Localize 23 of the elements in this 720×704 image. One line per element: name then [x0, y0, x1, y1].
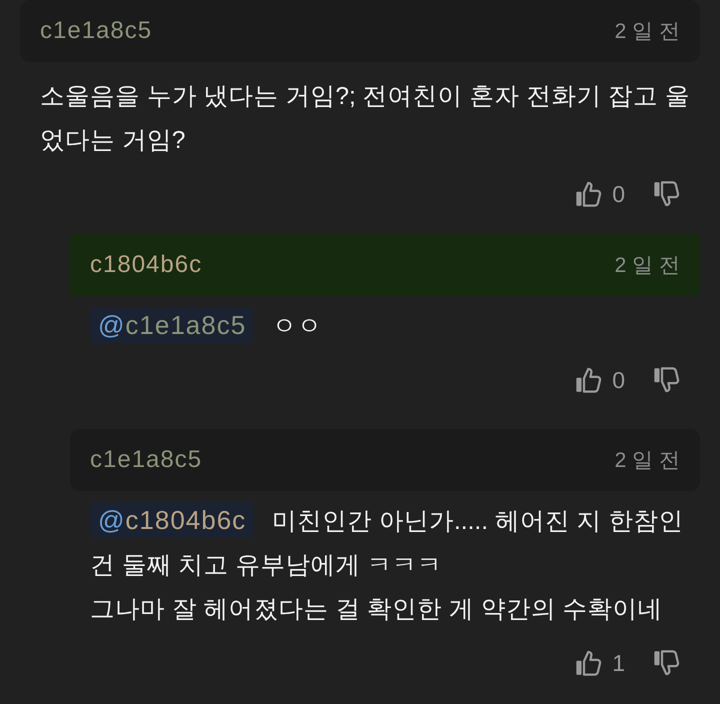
comment-text: @c1804b6c 미친인간 아닌가..... 헤어진 지 한참인 건 둘째 치고 유부남에게 ㅋㅋㅋ 그나마 잘 헤어졌다는 걸 확인한 게 약간의 수확이네: [70, 498, 700, 632]
dislike-button[interactable]: [653, 649, 680, 677]
thumb-up-icon: [575, 366, 602, 394]
mention-link[interactable]: @c1e1a8c5: [90, 307, 254, 343]
timestamp: 2 일 전: [614, 19, 680, 45]
dislike-button[interactable]: [653, 180, 680, 208]
thumb-up-icon: [575, 180, 602, 208]
username[interactable]: c1804b6c: [90, 251, 202, 279]
comment-text: @c1e1a8c5 ㅇㅇ: [70, 303, 700, 349]
timestamp: 2 일 전: [614, 253, 680, 279]
username[interactable]: c1e1a8c5: [90, 446, 202, 474]
username[interactable]: c1e1a8c5: [40, 17, 152, 45]
comment-text: 소울음을 누가 냈다는 거임?; 전여친이 혼자 전화기 잡고 울었다는 거임?: [39, 82, 691, 156]
like-button[interactable]: 0: [575, 366, 625, 394]
like-button[interactable]: 1: [575, 649, 625, 677]
thumb-down-icon: [653, 366, 680, 394]
like-button[interactable]: 0: [575, 180, 625, 208]
mention-link[interactable]: @c1804b6c: [90, 502, 254, 538]
timestamp: 2 일 전: [614, 448, 680, 474]
thumb-up-icon: [575, 649, 602, 677]
thumb-down-icon: [653, 649, 680, 677]
dislike-button[interactable]: [653, 366, 680, 394]
thumb-down-icon: [653, 180, 680, 208]
